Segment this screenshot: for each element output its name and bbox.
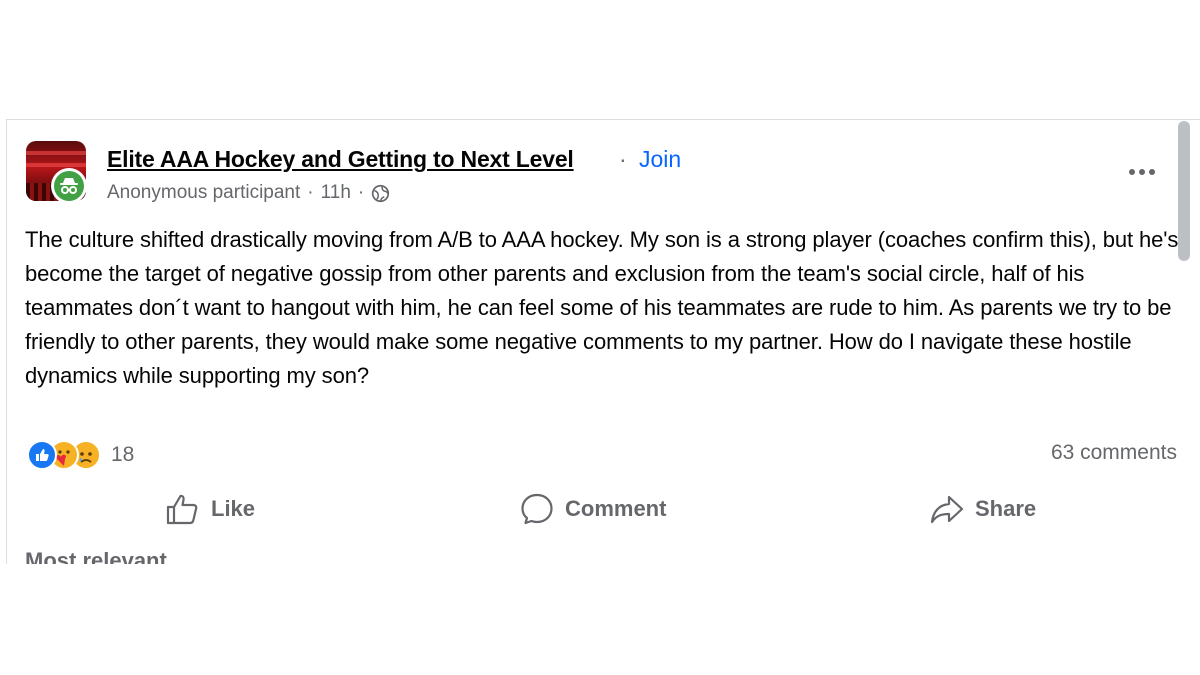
author-name[interactable]: Anonymous participant [107, 182, 300, 204]
more-options-button[interactable] [1119, 158, 1165, 186]
group-name-link[interactable]: Elite AAA Hockey and Getting to Next Lev… [107, 146, 574, 173]
meta-separator: · [357, 182, 365, 203]
avatar-stripe [26, 151, 86, 155]
share-arrow-icon [930, 495, 964, 524]
like-reaction-icon [27, 440, 57, 470]
thumbs-up-icon [166, 494, 198, 525]
comment-bubble-icon [521, 493, 553, 525]
comments-sort-label[interactable]: Most relevant [25, 548, 167, 564]
post-card: Elite AAA Hockey and Getting to Next Lev… [6, 119, 1200, 564]
post-timestamp[interactable]: 11h [321, 182, 351, 204]
anonymous-badge [51, 168, 87, 204]
more-horizontal-icon [1129, 169, 1155, 175]
post-meta: Anonymous participant · 11h · [107, 181, 390, 205]
title-separator: · [619, 146, 627, 172]
comment-button[interactable]: Comment [519, 486, 666, 532]
join-button[interactable]: Join [639, 146, 681, 173]
reaction-count[interactable]: 18 [111, 443, 134, 467]
incognito-icon [60, 178, 78, 194]
share-button[interactable]: Share [929, 486, 1036, 532]
avatar-stripe [26, 163, 86, 167]
post-body-text: The culture shifted drastically moving f… [25, 227, 1179, 388]
share-label: Share [975, 496, 1037, 521]
comment-label: Comment [565, 496, 667, 521]
globe-icon [372, 184, 390, 202]
like-button[interactable]: Like [165, 486, 255, 532]
comments-count-link[interactable]: 63 comments [1051, 441, 1177, 465]
reactions-summary[interactable]: 18 [27, 438, 134, 472]
scrollbar-thumb[interactable] [1178, 121, 1190, 261]
meta-separator: · [307, 182, 314, 203]
screenshot-frame: Elite AAA Hockey and Getting to Next Lev… [0, 0, 1200, 675]
like-label: Like [211, 496, 256, 521]
anonymous-badge-circle [54, 171, 84, 201]
post-action-bar: Like Comment Share [7, 486, 1200, 532]
avatar[interactable] [26, 141, 88, 207]
